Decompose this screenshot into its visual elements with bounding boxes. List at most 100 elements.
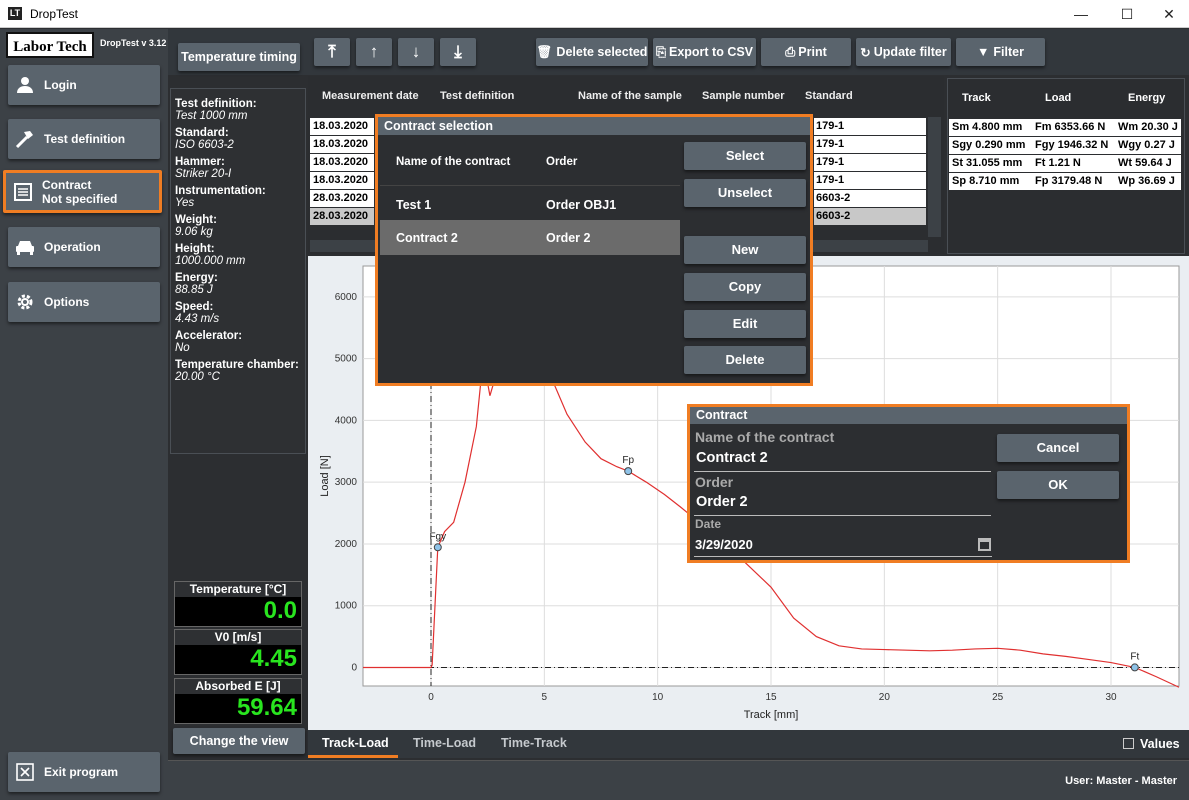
- minimize-button[interactable]: —: [1066, 4, 1096, 24]
- table-row-standard[interactable]: 6603-2: [814, 208, 926, 225]
- x-tick-label: 25: [992, 692, 1004, 703]
- tab-track-load[interactable]: Track-Load: [322, 736, 389, 750]
- operation-label: Operation: [44, 240, 101, 254]
- results-cell: Fm 6353.66 N: [1035, 121, 1106, 133]
- title-bar: LT DropTest — ☐ ✕: [0, 0, 1189, 28]
- table-row-date[interactable]: 28.03.2020: [310, 208, 374, 225]
- contract-row-name: Contract 2: [396, 231, 458, 245]
- results-cell: St 31.055 mm: [952, 157, 1023, 169]
- order-input[interactable]: Order 2: [696, 494, 748, 510]
- maximize-button[interactable]: ☐: [1112, 4, 1142, 24]
- options-button[interactable]: Options: [8, 282, 160, 322]
- contract-button[interactable]: Contract Not specified: [3, 170, 162, 213]
- column-header[interactable]: Sample number: [702, 90, 785, 102]
- login-button[interactable]: Login: [8, 65, 160, 105]
- status-bar: User: Master - Master: [168, 760, 1189, 800]
- contract-name-input[interactable]: Contract 2: [696, 450, 768, 466]
- marker-label: Fp: [622, 455, 634, 466]
- column-header[interactable]: Test definition: [440, 90, 514, 102]
- contract-label-group: Contract Not specified: [42, 178, 117, 206]
- contract-row-selected[interactable]: Contract 2 Order 2: [380, 220, 680, 255]
- test-definition-button[interactable]: Test definition: [8, 119, 160, 159]
- marker-point: [1130, 663, 1139, 672]
- version-label: DropTest v 3.12: [100, 38, 167, 48]
- date-input[interactable]: 3/29/2020: [695, 537, 753, 552]
- table-row-date[interactable]: 18.03.2020: [310, 118, 374, 135]
- filter-button[interactable]: ▼ Filter: [956, 38, 1045, 66]
- calendar-icon[interactable]: [978, 538, 991, 551]
- contract-order-header: Order: [546, 156, 578, 168]
- table-row-standard[interactable]: 179-1: [814, 172, 926, 189]
- contract-row-order: Order 2: [546, 231, 591, 245]
- table-row-standard[interactable]: 179-1: [814, 136, 926, 153]
- table-row-date[interactable]: 18.03.2020: [310, 136, 374, 153]
- select-button[interactable]: Select: [684, 142, 806, 170]
- weight-value: 9.06 kg: [175, 226, 213, 238]
- table-row-date[interactable]: 18.03.2020: [310, 172, 374, 189]
- operation-button[interactable]: Operation: [8, 227, 160, 267]
- update-filter-label: Update filter: [873, 45, 947, 59]
- table-row-standard[interactable]: 6603-2: [814, 190, 926, 207]
- table-row-standard[interactable]: 179-1: [814, 118, 926, 135]
- update-filter-button[interactable]: ↻ Update filter: [856, 38, 951, 66]
- x-tick-label: 20: [879, 692, 891, 703]
- test-definition-info-label: Test definition:: [175, 98, 257, 110]
- car-icon: [14, 236, 36, 258]
- standard-value: ISO 6603-2: [175, 139, 234, 151]
- tab-time-load[interactable]: Time-Load: [413, 736, 476, 750]
- contract-row[interactable]: Test 1 Order OBJ1: [380, 186, 680, 220]
- move-top-icon[interactable]: ⤒: [314, 38, 350, 66]
- temperature-timing-button[interactable]: Temperature timing: [178, 43, 300, 71]
- speed-value: 4.43 m/s: [175, 313, 220, 325]
- delete-selected-button[interactable]: 🗑 Delete selected: [536, 38, 648, 66]
- exit-button[interactable]: Exit program: [8, 752, 160, 792]
- column-header[interactable]: Name of the sample: [578, 90, 682, 102]
- delete-selected-label: Delete selected: [556, 45, 648, 59]
- accelerator-label: Accelerator:: [175, 330, 243, 342]
- unselect-button[interactable]: Unselect: [684, 179, 806, 207]
- instrumentation-value: Yes: [175, 197, 195, 209]
- values-checkbox[interactable]: [1123, 738, 1134, 749]
- divider: [694, 471, 991, 472]
- ok-button[interactable]: OK: [997, 471, 1119, 499]
- contract-label: Contract: [42, 177, 92, 192]
- column-header[interactable]: Standard: [805, 90, 853, 102]
- table-row-date[interactable]: 28.03.2020: [310, 190, 374, 207]
- results-cell: Sm 4.800 mm: [952, 121, 1023, 133]
- y-tick-label: 4000: [335, 415, 358, 426]
- divider: [694, 515, 991, 516]
- cancel-button[interactable]: Cancel: [997, 434, 1119, 462]
- new-button[interactable]: New: [684, 236, 806, 264]
- x-tick-label: 30: [1105, 692, 1117, 703]
- change-view-button[interactable]: Change the view: [173, 728, 305, 754]
- v0-meter: V0 [m/s] 4.45: [174, 629, 302, 675]
- energy-label: Energy:: [175, 272, 218, 284]
- user-status: User: Master - Master: [1065, 775, 1177, 787]
- table-row-standard[interactable]: 179-1: [814, 154, 926, 171]
- tab-time-track[interactable]: Time-Track: [501, 736, 567, 750]
- table-scrollbar[interactable]: [928, 117, 941, 237]
- export-csv-button[interactable]: ⎘ Export to CSV: [653, 38, 756, 66]
- dialog-title: Contract: [690, 407, 1127, 424]
- column-header[interactable]: Measurement date: [322, 90, 419, 102]
- results-row: Sp 8.710 mm Fp 3179.48 N Wp 36.69 J: [949, 173, 1181, 190]
- move-bottom-icon[interactable]: ⤓: [440, 38, 476, 66]
- edit-button[interactable]: Edit: [684, 310, 806, 338]
- print-button[interactable]: ⎙ Print: [761, 38, 851, 66]
- weight-label: Weight:: [175, 214, 217, 226]
- test-definition-value: Test 1000 mm: [175, 110, 248, 122]
- results-row: Sgy 0.290 mm Fgy 1946.32 N Wgy 0.27 J: [949, 137, 1181, 154]
- x-tick-label: 15: [765, 692, 777, 703]
- move-down-icon[interactable]: ↓: [398, 38, 434, 66]
- window-title: DropTest: [30, 7, 79, 21]
- temp-chamber-value: 20.00 °C: [175, 371, 220, 383]
- document-icon: [12, 181, 34, 203]
- delete-button[interactable]: Delete: [684, 346, 806, 374]
- contract-row-order: Order OBJ1: [546, 198, 617, 212]
- contract-status: Not specified: [42, 191, 118, 206]
- copy-button[interactable]: Copy: [684, 273, 806, 301]
- table-row-date[interactable]: 18.03.2020: [310, 154, 374, 171]
- meter-value: 4.45: [250, 645, 297, 672]
- move-up-icon[interactable]: ↑: [356, 38, 392, 66]
- close-button[interactable]: ✕: [1154, 4, 1184, 24]
